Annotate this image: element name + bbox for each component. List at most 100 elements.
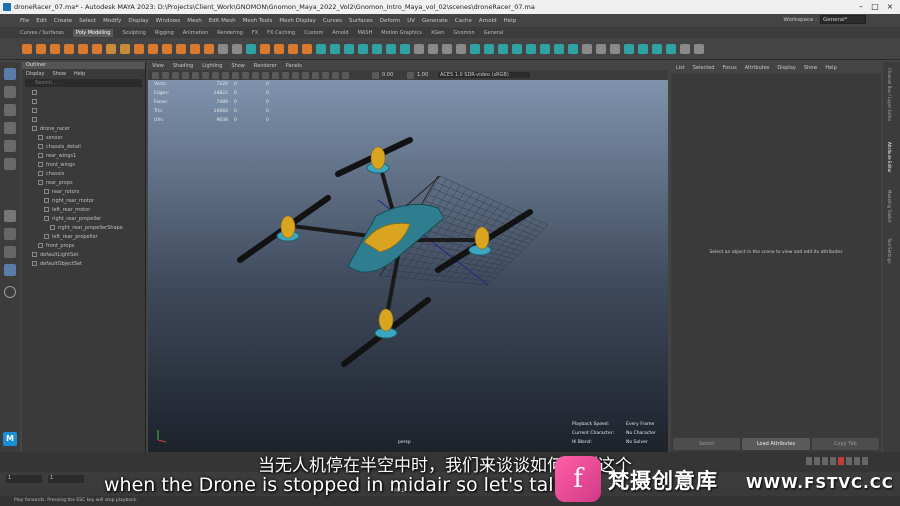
layout-four-icon[interactable] bbox=[4, 228, 16, 240]
shelf-tab-mash[interactable]: MASH bbox=[358, 30, 373, 36]
shelf-tab-rigging[interactable]: Rigging bbox=[155, 30, 174, 36]
textured-icon[interactable] bbox=[292, 71, 299, 79]
image-plane-icon[interactable] bbox=[182, 71, 189, 79]
viewport-menu-show[interactable]: Show bbox=[231, 63, 245, 69]
menu-select[interactable]: Select bbox=[79, 18, 96, 24]
menu-help[interactable]: Help bbox=[504, 18, 517, 24]
shelf-tool-icon[interactable] bbox=[204, 43, 214, 54]
viewport-menu-shading[interactable]: Shading bbox=[173, 63, 193, 69]
menu-curves[interactable]: Curves bbox=[323, 18, 342, 24]
menu-modify[interactable]: Modify bbox=[103, 18, 121, 24]
outliner-item[interactable]: defaultObjectSet bbox=[22, 259, 145, 268]
tab-attribute-editor[interactable]: Attribute Editor bbox=[887, 142, 892, 173]
shelf-tool-icon[interactable] bbox=[624, 43, 634, 54]
attr-menu-list[interactable]: List bbox=[676, 65, 685, 71]
shelf-tab-gnomon[interactable]: Gnomon bbox=[453, 30, 474, 36]
shelf-tab-fx-caching[interactable]: FX Caching bbox=[267, 30, 295, 36]
menu-mesh[interactable]: Mesh bbox=[187, 18, 201, 24]
outliner-item[interactable]: right_rear_propellerShape bbox=[22, 223, 145, 232]
layout-two-icon[interactable] bbox=[4, 246, 16, 258]
menu-surfaces[interactable]: Surfaces bbox=[349, 18, 373, 24]
shelf-tool-icon[interactable] bbox=[190, 43, 200, 54]
lights-icon[interactable] bbox=[302, 71, 309, 79]
shelf-tool-icon[interactable] bbox=[316, 43, 326, 54]
copy-tab-button[interactable]: Copy Tab bbox=[811, 438, 879, 450]
shelf-tool-icon[interactable] bbox=[78, 43, 88, 54]
shelf-tool-icon[interactable] bbox=[666, 43, 676, 54]
outliner-item[interactable] bbox=[22, 106, 145, 115]
perspective-viewport[interactable]: Verts: 7220 0 0 Edges: 14822 0 0 Faces: 7480 0 0 Tri… bbox=[148, 80, 668, 452]
menu-cache[interactable]: Cache bbox=[455, 18, 472, 24]
shelf-tool-icon[interactable] bbox=[680, 43, 690, 54]
shelf-tool-icon[interactable] bbox=[120, 43, 130, 54]
outliner-item[interactable]: left_rear_motor bbox=[22, 205, 145, 214]
shelf-tool-icon[interactable] bbox=[512, 43, 522, 54]
tab-tool-settings[interactable]: Tool Settings bbox=[887, 238, 892, 263]
shelf-tool-icon[interactable] bbox=[470, 43, 480, 54]
search-icon[interactable] bbox=[4, 286, 16, 298]
camera-select-icon[interactable] bbox=[152, 71, 159, 79]
smooth-shade-icon[interactable] bbox=[262, 71, 269, 79]
shelf-tool-icon[interactable] bbox=[162, 43, 172, 54]
shelf-tab-xgen[interactable]: XGen bbox=[431, 30, 445, 36]
maya-home-icon[interactable]: M bbox=[3, 432, 17, 446]
shelf-tool-icon[interactable] bbox=[638, 43, 648, 54]
menu-uv[interactable]: UV bbox=[407, 18, 415, 24]
maximize-icon[interactable]: □ bbox=[870, 2, 880, 12]
resolution-gate-icon[interactable] bbox=[212, 71, 219, 79]
shelf-tool-icon[interactable] bbox=[302, 43, 312, 54]
shelf-tab-rendering[interactable]: Rendering bbox=[217, 30, 243, 36]
workspace-dropdown[interactable]: General* bbox=[820, 15, 866, 24]
shelf-tool-icon[interactable] bbox=[428, 43, 438, 54]
outliner-item[interactable]: right_rear_motor bbox=[22, 196, 145, 205]
outliner-item[interactable] bbox=[22, 97, 145, 106]
attr-menu-help[interactable]: Help bbox=[825, 65, 836, 71]
menu-deform[interactable]: Deform bbox=[380, 18, 400, 24]
xray-icon[interactable] bbox=[282, 71, 289, 79]
ambient-occlusion-icon[interactable] bbox=[322, 71, 329, 79]
exposure-value[interactable]: 0.00 bbox=[382, 72, 404, 78]
layout-single-icon[interactable] bbox=[4, 210, 16, 222]
outliner-item[interactable]: front_wings bbox=[22, 160, 145, 169]
viewport-menu-panels[interactable]: Panels bbox=[286, 63, 302, 69]
shelf-tool-icon[interactable] bbox=[554, 43, 564, 54]
move-tool-icon[interactable] bbox=[4, 122, 16, 134]
outliner-item[interactable] bbox=[22, 88, 145, 97]
attr-menu-display[interactable]: Display bbox=[777, 65, 795, 71]
shelf-tool-icon[interactable] bbox=[232, 43, 242, 54]
shelf-tool-icon[interactable] bbox=[386, 43, 396, 54]
outliner-item[interactable]: chassis_detail bbox=[22, 142, 145, 151]
shelf-tool-icon[interactable] bbox=[148, 43, 158, 54]
shelf-tool-icon[interactable] bbox=[134, 43, 144, 54]
shelf-tool-icon[interactable] bbox=[358, 43, 368, 54]
menu-mesh-tools[interactable]: Mesh Tools bbox=[243, 18, 273, 24]
outliner-menu-show[interactable]: Show bbox=[52, 71, 66, 77]
shelf-tool-icon[interactable] bbox=[260, 43, 270, 54]
shelf-tool-icon[interactable] bbox=[568, 43, 578, 54]
menu-display[interactable]: Display bbox=[128, 18, 148, 24]
shelf-tool-icon[interactable] bbox=[106, 43, 116, 54]
bookmark-icon[interactable] bbox=[172, 71, 179, 79]
shelf-tool-icon[interactable] bbox=[456, 43, 466, 54]
camera-attributes-icon[interactable] bbox=[162, 71, 169, 79]
gate-mask-icon[interactable] bbox=[222, 71, 229, 79]
shelf-tool-icon[interactable] bbox=[414, 43, 424, 54]
shelf-tool-icon[interactable] bbox=[694, 43, 704, 54]
isolate-select-icon[interactable] bbox=[332, 71, 339, 79]
shelf-tool-icon[interactable] bbox=[540, 43, 550, 54]
shelf-tool-icon[interactable] bbox=[22, 43, 32, 54]
outliner-item[interactable]: rear_rotors bbox=[22, 187, 145, 196]
outliner-item[interactable]: defaultLightSet bbox=[22, 250, 145, 259]
shelf-tool-icon[interactable] bbox=[64, 43, 74, 54]
paint-select-icon[interactable] bbox=[4, 104, 16, 116]
viewport-menu-renderer[interactable]: Renderer bbox=[254, 63, 277, 69]
outliner-item[interactable]: rear_wings1 bbox=[22, 151, 145, 160]
shelf-tool-icon[interactable] bbox=[36, 43, 46, 54]
menu-edit[interactable]: Edit bbox=[36, 18, 47, 24]
menu-file[interactable]: File bbox=[20, 18, 29, 24]
shelf-tool-icon[interactable] bbox=[526, 43, 536, 54]
shelf-tab-fx[interactable]: FX bbox=[252, 30, 258, 36]
film-gate-icon[interactable] bbox=[202, 71, 209, 79]
colorspace-dropdown[interactable]: ACES 1.0 SDR-video (sRGB) bbox=[438, 72, 530, 78]
menu-arnold[interactable]: Arnold bbox=[479, 18, 497, 24]
